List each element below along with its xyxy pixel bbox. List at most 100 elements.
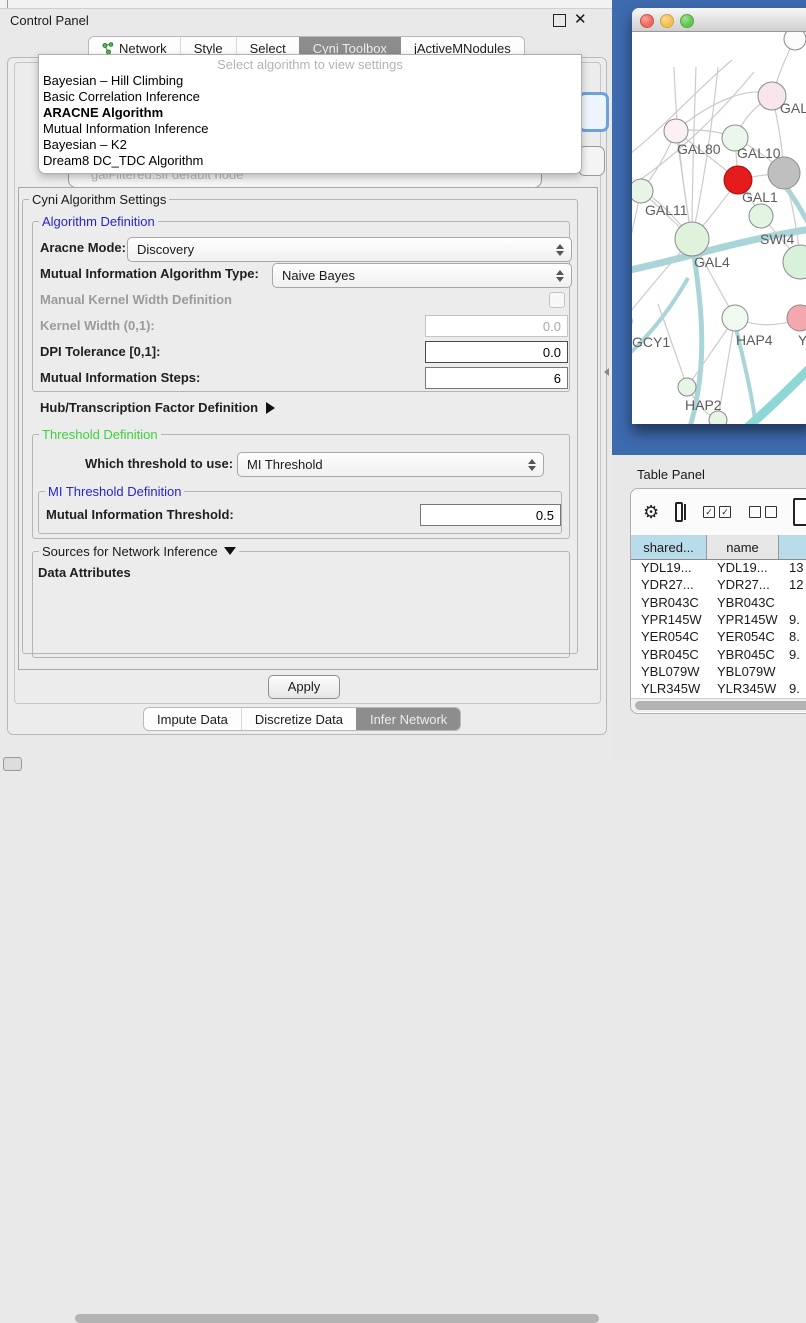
splitter-collapse-arrow[interactable]	[604, 368, 609, 376]
node-label: GAL11	[645, 202, 688, 218]
dock-corner-icon[interactable]	[3, 757, 22, 771]
hub-definition-toggle[interactable]: Hub/Transcription Factor Definition	[40, 400, 275, 415]
node-label: SWI4	[760, 231, 794, 247]
data-attributes-label: Data Attributes	[38, 565, 131, 580]
group-title: Algorithm Definition	[39, 214, 158, 229]
network-node[interactable]	[783, 245, 806, 279]
table-row[interactable]: YLR345WYLR345W9.	[631, 680, 806, 697]
table-header-row: shared...name	[631, 535, 806, 560]
tab-label: Impute Data	[157, 712, 228, 727]
split-columns-icon[interactable]	[675, 502, 683, 522]
network-node-y[interactable]	[787, 305, 806, 331]
network-node[interactable]	[709, 411, 727, 424]
algorithm-option-mutual-information-inference[interactable]: Mutual Information Inference	[43, 121, 577, 137]
close-icon[interactable]: ✕	[574, 10, 587, 28]
table-row[interactable]: YPR145WYPR145W9.	[631, 611, 806, 628]
spinner-arrows-icon	[556, 270, 564, 282]
group-title: Threshold Definition	[39, 427, 161, 442]
table-horizontal-scrollbar[interactable]	[631, 698, 806, 712]
focused-combo-fragment	[578, 92, 609, 132]
network-node-gal80[interactable]	[664, 119, 688, 143]
algorithm-options: Bayesian – Hill ClimbingBasic Correlatio…	[43, 73, 577, 169]
zoom-traffic-light-icon[interactable]	[680, 14, 694, 28]
mi-type-label: Mutual Information Algorithm Type:	[40, 266, 259, 281]
table-panel-title: Table Panel	[637, 467, 705, 482]
table-cell: 8.	[779, 629, 806, 644]
table-row[interactable]: YBR043CYBR043C	[631, 594, 806, 611]
select-all-icon[interactable]: ✓✓	[699, 506, 731, 518]
which-threshold-select[interactable]: MI Threshold	[237, 452, 544, 477]
algorithm-option-basic-correlation-inference[interactable]: Basic Correlation Inference	[43, 89, 577, 105]
network-node-hap4[interactable]	[722, 305, 748, 331]
node-label: GCY1	[632, 334, 670, 350]
network-window[interactable]: GALGAL80GAL10GAL1GAL11SWI4GAL4GCY1HAP4YH…	[632, 8, 806, 424]
table-cell: YDL19...	[707, 560, 779, 575]
algorithm-option-dream8-dc-tdc-algorithm[interactable]: Dream8 DC_TDC Algorithm	[43, 153, 577, 169]
kernel-width-label: Kernel Width (0,1):	[40, 318, 155, 333]
table-cell: 13	[779, 560, 806, 575]
mi-type-select[interactable]: Naive Bayes	[272, 263, 572, 288]
table-row[interactable]: YDL19...YDL19...13	[631, 559, 806, 576]
group-title: Cyni Algorithm Settings	[29, 192, 169, 207]
mi-steps-field[interactable]	[425, 367, 568, 389]
sources-toggle[interactable]: Sources for Network Inference	[39, 544, 239, 559]
table-cell: YDR27...	[707, 577, 779, 592]
network-node[interactable]	[768, 157, 800, 189]
cyni-bottom-tabbar: Impute Data Discretize Data Infer Network	[143, 707, 461, 731]
mi-steps-label: Mutual Information Steps:	[40, 370, 200, 385]
tab-infer-network[interactable]: Infer Network	[356, 708, 460, 730]
mi-threshold-label: Mutual Information Threshold:	[46, 507, 234, 522]
network-node-gal4[interactable]	[675, 222, 709, 256]
mi-threshold-field[interactable]	[420, 504, 561, 526]
table-row[interactable]: YBR045CYBR045C9.	[631, 645, 806, 662]
table-cell: 12	[779, 577, 806, 592]
table-cell: YPR145W	[631, 612, 707, 627]
network-node-gal11[interactable]	[632, 179, 653, 203]
manual-kernel-checkbox[interactable]	[549, 292, 565, 308]
table-cell: YBL079W	[631, 664, 707, 679]
aracne-mode-select[interactable]: Discovery	[127, 237, 572, 262]
tab-label: Infer Network	[370, 712, 447, 727]
column-header-2[interactable]	[779, 535, 806, 559]
tab-discretize-data[interactable]: Discretize Data	[241, 708, 356, 730]
table-cell: 9.	[779, 612, 806, 627]
minimize-traffic-light-icon[interactable]	[660, 14, 674, 28]
node-label: HAP2	[685, 397, 722, 413]
column-header-name[interactable]: name	[707, 535, 779, 559]
table-cell: YDL19...	[631, 560, 707, 575]
algorithm-option-aracne-algorithm[interactable]: ARACNE Algorithm	[43, 105, 577, 121]
table-window: ⚙ ✓✓ shared...name YDL19...YDL19...13YDR…	[630, 488, 806, 714]
kernel-width-field[interactable]	[425, 315, 568, 337]
expanded-arrow-icon	[224, 547, 236, 555]
gear-icon[interactable]: ⚙	[643, 503, 659, 521]
horizontal-scrollbar-thumb[interactable]	[75, 1314, 599, 1323]
close-traffic-light-icon[interactable]	[640, 14, 654, 28]
network-node-swi4[interactable]	[749, 204, 773, 228]
control-panel: Control Panel ✕ NetworkStyleSelectCyni T…	[0, 0, 612, 762]
algorithm-option-bayesian-hill-climbing[interactable]: Bayesian – Hill Climbing	[43, 73, 577, 89]
table-doc-icon[interactable]	[793, 498, 806, 526]
network-node-hap2[interactable]	[678, 378, 696, 396]
table-row[interactable]: YDR27...YDR27...12	[631, 576, 806, 593]
network-node[interactable]	[784, 32, 806, 50]
deselect-all-icon[interactable]	[745, 506, 777, 518]
algorithm-dropdown: Select algorithm to view settings Bayesi…	[38, 54, 582, 174]
tab-impute-data[interactable]: Impute Data	[144, 708, 241, 730]
table-cell: YBR043C	[707, 595, 779, 610]
table-cell: YBR045C	[707, 647, 779, 662]
table-row[interactable]: YBL079WYBL079W	[631, 663, 806, 680]
dock-top-strip	[0, 0, 612, 9]
spinner-arrows-icon	[528, 459, 536, 471]
network-window-titlebar[interactable]	[632, 8, 806, 32]
dpi-tolerance-field[interactable]	[425, 341, 568, 363]
column-header-shared[interactable]: shared...	[631, 535, 707, 559]
node-label: GAL	[780, 100, 806, 116]
algorithm-option-bayesian-k2[interactable]: Bayesian – K2	[43, 137, 577, 153]
table-row[interactable]: YER054CYER054C8.	[631, 628, 806, 645]
network-nodes: GALGAL80GAL10GAL1GAL11SWI4GAL4GCY1HAP4YH…	[632, 32, 806, 424]
table-cell: 9.	[779, 647, 806, 662]
network-canvas[interactable]: GALGAL80GAL10GAL1GAL11SWI4GAL4GCY1HAP4YH…	[632, 32, 806, 424]
table-scrollbar-thumb[interactable]	[635, 701, 806, 710]
float-window-icon[interactable]	[553, 14, 566, 27]
apply-button[interactable]: Apply	[268, 675, 340, 699]
